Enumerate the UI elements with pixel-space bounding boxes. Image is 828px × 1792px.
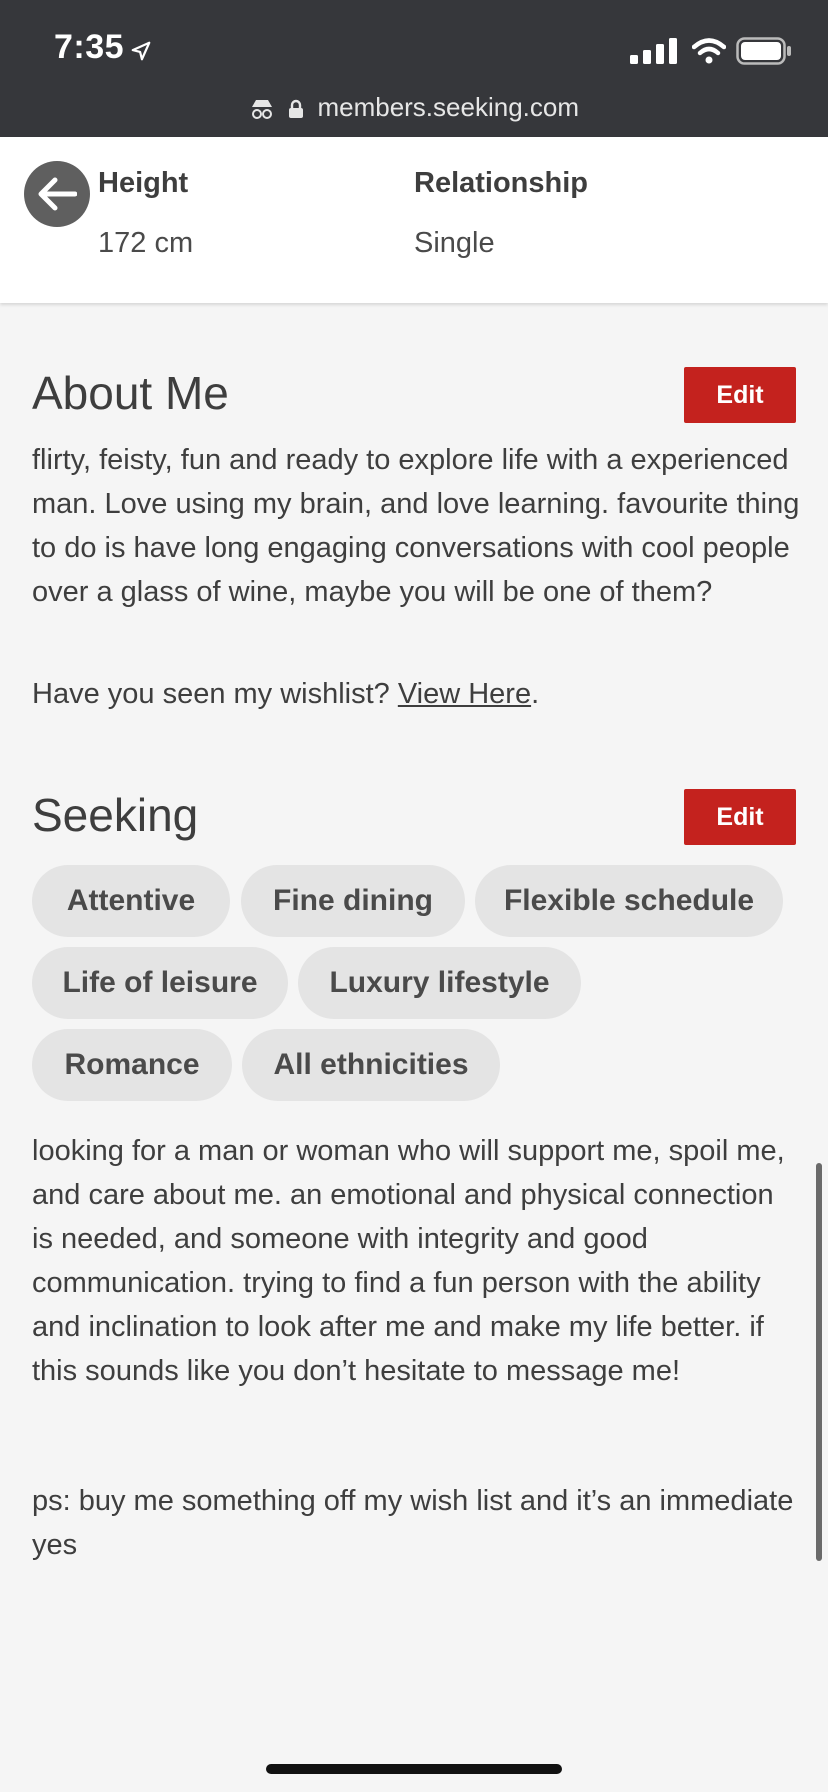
- url-text: members.seeking.com: [317, 92, 579, 122]
- wishlist-line: Have you seen my wishlist? View Here.: [32, 678, 539, 711]
- seeking-edit-button[interactable]: Edit: [684, 789, 796, 845]
- home-indicator[interactable]: [266, 1764, 562, 1774]
- status-time: 7:35: [54, 28, 125, 66]
- profile-stats-card: Height 172 cm Relationship Single: [0, 137, 828, 303]
- location-arrow-icon: [131, 41, 151, 61]
- seeking-tag: Romance: [32, 1029, 232, 1101]
- seeking-tag: Luxury lifestyle: [298, 947, 581, 1019]
- url-bar[interactable]: members.seeking.com: [0, 92, 828, 123]
- browser-top-bar: 7:35 members.seeking.com: [0, 0, 828, 137]
- seeking-tag: All ethnicities: [242, 1029, 500, 1101]
- seeking-tag: Flexible schedule: [475, 865, 783, 937]
- seeking-ps-text: ps: buy me something off my wish list an…: [32, 1485, 794, 1561]
- incognito-icon: [251, 100, 272, 120]
- stat-value-height: 172 cm: [98, 227, 194, 259]
- seeking-text: looking for a man or woman who will supp…: [32, 1135, 785, 1387]
- stat-value-relationship: Single: [414, 227, 495, 259]
- back-button[interactable]: [24, 161, 90, 227]
- cellular-signal-icon: [630, 38, 677, 64]
- about-heading: About Me: [32, 367, 229, 419]
- about-text: flirty, feisty, fun and ready to explore…: [32, 444, 800, 608]
- wishlist-prefix: Have you seen my wishlist?: [32, 678, 390, 710]
- wifi-icon: [692, 38, 726, 64]
- seeking-heading: Seeking: [32, 789, 199, 841]
- wishlist-suffix: .: [531, 678, 540, 710]
- lock-icon: [289, 99, 304, 119]
- stat-label-height: Height: [98, 167, 189, 199]
- arrow-left-icon: [38, 177, 77, 211]
- wishlist-link[interactable]: View Here: [398, 678, 531, 710]
- seeking-tag: Attentive: [32, 865, 230, 937]
- seeking-tag: Life of leisure: [32, 947, 288, 1019]
- battery-icon: [736, 37, 791, 65]
- stat-label-relationship: Relationship: [414, 167, 589, 199]
- seeking-tag: Fine dining: [241, 865, 465, 937]
- scrollbar[interactable]: [816, 1163, 822, 1561]
- status-icons: [630, 36, 792, 66]
- about-edit-button[interactable]: Edit: [684, 367, 796, 423]
